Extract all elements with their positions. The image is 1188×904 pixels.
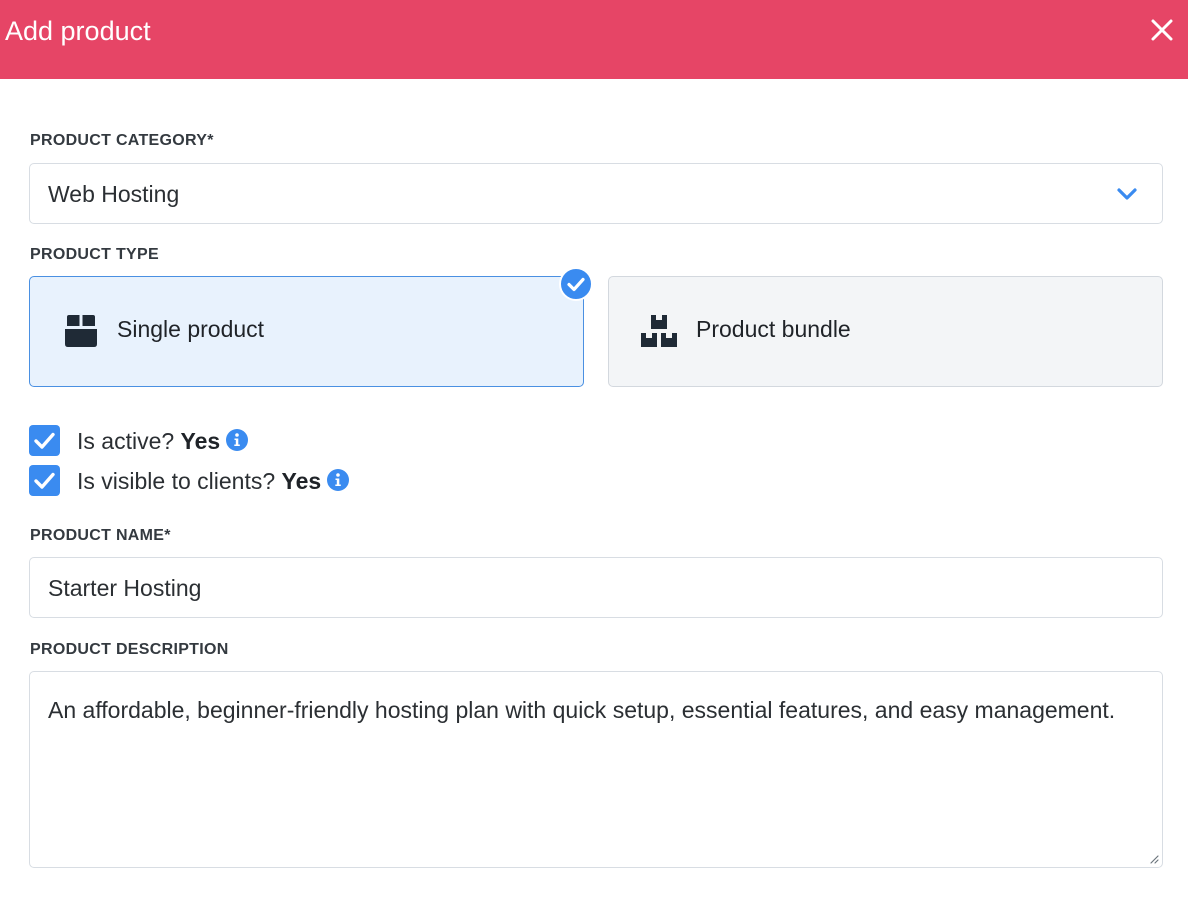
modal-header: Add product	[0, 0, 1188, 79]
product-type-single[interactable]: Single product	[29, 276, 584, 387]
product-type-bundle[interactable]: Product bundle	[608, 276, 1163, 387]
is-active-checkbox[interactable]	[29, 425, 60, 456]
boxes-icon	[641, 315, 677, 347]
is-active-value: Yes	[180, 428, 221, 454]
box-icon	[65, 315, 97, 347]
modal-title: Add product	[5, 16, 151, 46]
info-icon[interactable]	[327, 469, 350, 491]
category-select[interactable]: Web Hosting	[29, 163, 1163, 224]
product-name-input[interactable]: Starter Hosting	[29, 557, 1163, 618]
is-active-text: Is active? Yes	[77, 426, 249, 456]
product-description-label: PRODUCT DESCRIPTION	[30, 641, 229, 658]
resize-handle-icon[interactable]	[1149, 854, 1159, 864]
product-name-label: PRODUCT NAME*	[30, 527, 171, 544]
product-type-bundle-label: Product bundle	[696, 316, 851, 342]
info-icon[interactable]	[226, 429, 249, 451]
is-visible-text: Is visible to clients? Yes	[77, 466, 350, 496]
product-description-textarea[interactable]: An affordable, beginner-friendly hosting…	[29, 671, 1163, 868]
chevron-down-icon	[1117, 188, 1137, 200]
is-visible-checkbox[interactable]	[29, 465, 60, 496]
category-label: PRODUCT CATEGORY*	[30, 132, 214, 149]
product-type-single-label: Single product	[117, 316, 265, 342]
selected-check-icon	[559, 267, 593, 301]
product-description-value: An affordable, beginner-friendly hosting…	[48, 697, 1116, 723]
is-visible-value: Yes	[281, 468, 322, 494]
category-value: Web Hosting	[48, 181, 180, 207]
is-visible-label: Is visible to clients?	[77, 468, 276, 494]
close-icon[interactable]	[1148, 16, 1176, 44]
is-active-label: Is active?	[77, 428, 175, 454]
product-type-label: PRODUCT TYPE	[30, 246, 159, 263]
product-name-value: Starter Hosting	[48, 575, 202, 601]
